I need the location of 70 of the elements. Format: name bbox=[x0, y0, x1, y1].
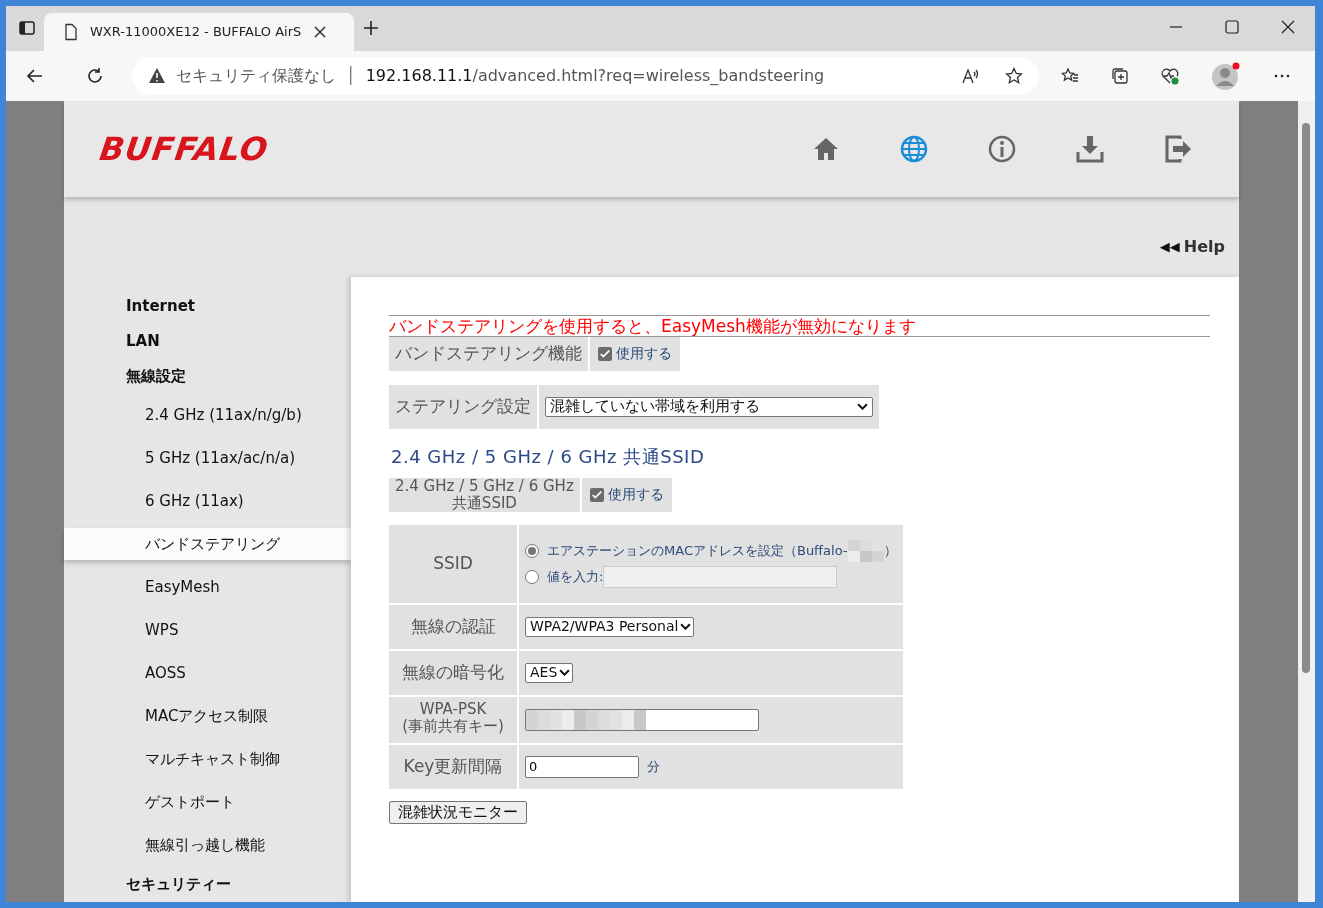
sidebar-item[interactable]: Internet bbox=[64, 289, 351, 324]
sidebar-item[interactable]: 2.4 GHz (11ax/n/g/b) bbox=[64, 394, 351, 437]
tab-title: WXR-11000XE12 - BUFFALO AirS bbox=[90, 22, 302, 41]
sidebar-item[interactable]: LAN bbox=[64, 324, 351, 359]
sidebar-item[interactable]: バンドステアリング bbox=[64, 528, 351, 560]
tab-actions-icon[interactable] bbox=[18, 19, 36, 38]
sidebar-item[interactable]: 5 GHz (11ax/ac/n/a) bbox=[64, 437, 351, 480]
close-icon[interactable] bbox=[1279, 18, 1297, 36]
redacted-block bbox=[847, 539, 884, 562]
info-icon[interactable] bbox=[987, 134, 1017, 164]
chevron-icon bbox=[559, 669, 571, 677]
field-label: バンドステアリング機能 bbox=[389, 337, 588, 371]
maximize-icon[interactable] bbox=[1223, 18, 1241, 36]
globe-icon[interactable] bbox=[899, 134, 929, 164]
radio-button[interactable] bbox=[525, 569, 539, 584]
sidebar-item[interactable]: 無線引っ越し機能 bbox=[64, 824, 351, 867]
field-label: WPA-PSK (事前共有キー) bbox=[402, 701, 504, 736]
sidebar-item[interactable]: WPS bbox=[64, 609, 351, 652]
auth-select[interactable]: WPA2/WPA3 Personal bbox=[525, 616, 695, 637]
warning-icon bbox=[148, 66, 166, 85]
read-aloud-icon[interactable] bbox=[961, 66, 979, 85]
option-label: 値を入力: bbox=[547, 567, 604, 586]
field-label: ステアリング設定 bbox=[389, 384, 537, 429]
scrollbar[interactable] bbox=[1298, 101, 1315, 902]
browser-tab[interactable]: WXR-11000XE12 - BUFFALO AirS bbox=[44, 12, 354, 51]
health-icon[interactable] bbox=[1161, 66, 1179, 85]
checkbox[interactable] bbox=[589, 487, 604, 502]
profile-avatar[interactable] bbox=[1211, 60, 1241, 91]
logo[interactable]: BUFFALO bbox=[96, 125, 272, 173]
logout-icon[interactable] bbox=[1163, 134, 1193, 164]
field-label: 無線の認証 bbox=[410, 615, 496, 636]
checkbox[interactable] bbox=[598, 346, 612, 361]
collections-icon[interactable] bbox=[1111, 66, 1129, 85]
psk-input[interactable] bbox=[525, 708, 759, 731]
arrows-icon[interactable]: ◀◀ bbox=[1159, 237, 1180, 257]
address-bar[interactable]: セキュリティ保護なし │ 192.168.11.1/advanced.html?req=wireless_bandsteering bbox=[132, 56, 1039, 95]
page-icon bbox=[62, 22, 80, 41]
favorite-icon[interactable] bbox=[1005, 66, 1023, 85]
sidebar-item[interactable]: セキュリティー bbox=[64, 867, 351, 902]
warning-text: バンドステアリングを使用すると、EasyMesh機能が無効になります bbox=[389, 316, 917, 336]
encryption-select[interactable]: AES bbox=[525, 662, 574, 683]
interval-input[interactable]: 0 bbox=[525, 755, 639, 778]
sidebar-item[interactable]: ゲストポート bbox=[64, 781, 351, 824]
sidebar-item[interactable]: 無線設定 bbox=[64, 359, 351, 394]
new-tab-icon[interactable] bbox=[362, 19, 380, 38]
sidebar-item[interactable]: 6 GHz (11ax) bbox=[64, 480, 351, 523]
field-label: SSID bbox=[433, 552, 473, 573]
separator: │ bbox=[346, 64, 356, 87]
sidebar-item[interactable]: AOSS bbox=[64, 652, 351, 695]
radio-button[interactable] bbox=[525, 543, 539, 558]
help-link[interactable]: Help bbox=[1183, 235, 1225, 259]
unit-label: 分 bbox=[647, 757, 660, 776]
url-text: 192.168.11.1/advanced.html?req=wireless_bandsteering bbox=[365, 64, 825, 87]
sidebar-item[interactable]: MACアクセス制限 bbox=[64, 695, 351, 738]
sidebar-item[interactable]: マルチキャスト制御 bbox=[64, 738, 351, 781]
chevron-icon bbox=[680, 623, 692, 631]
monitor-button[interactable]: 混雑状況モニター bbox=[389, 800, 527, 824]
ssid-input[interactable] bbox=[603, 565, 838, 588]
chevron-icon bbox=[857, 403, 868, 410]
security-label: セキュリティ保護なし bbox=[176, 64, 336, 87]
favorites-icon[interactable] bbox=[1061, 66, 1079, 85]
option-label: ） bbox=[883, 541, 897, 560]
download-icon[interactable] bbox=[1075, 134, 1105, 164]
option-label: エアステーションのMACアドレスを設定（Buffalo- bbox=[547, 541, 848, 560]
section-heading: 2.4 GHz / 5 GHz / 6 GHz 共通SSID bbox=[391, 444, 706, 469]
steering-select[interactable]: 混雑していない帯域を利用する bbox=[545, 396, 873, 417]
field-label: 2.4 GHz / 5 GHz / 6 GHz 共通SSID bbox=[389, 477, 580, 512]
field-label: 無線の暗号化 bbox=[402, 661, 504, 682]
field-label: Key更新間隔 bbox=[403, 755, 503, 776]
sidebar-item[interactable]: EasyMesh bbox=[64, 566, 351, 609]
